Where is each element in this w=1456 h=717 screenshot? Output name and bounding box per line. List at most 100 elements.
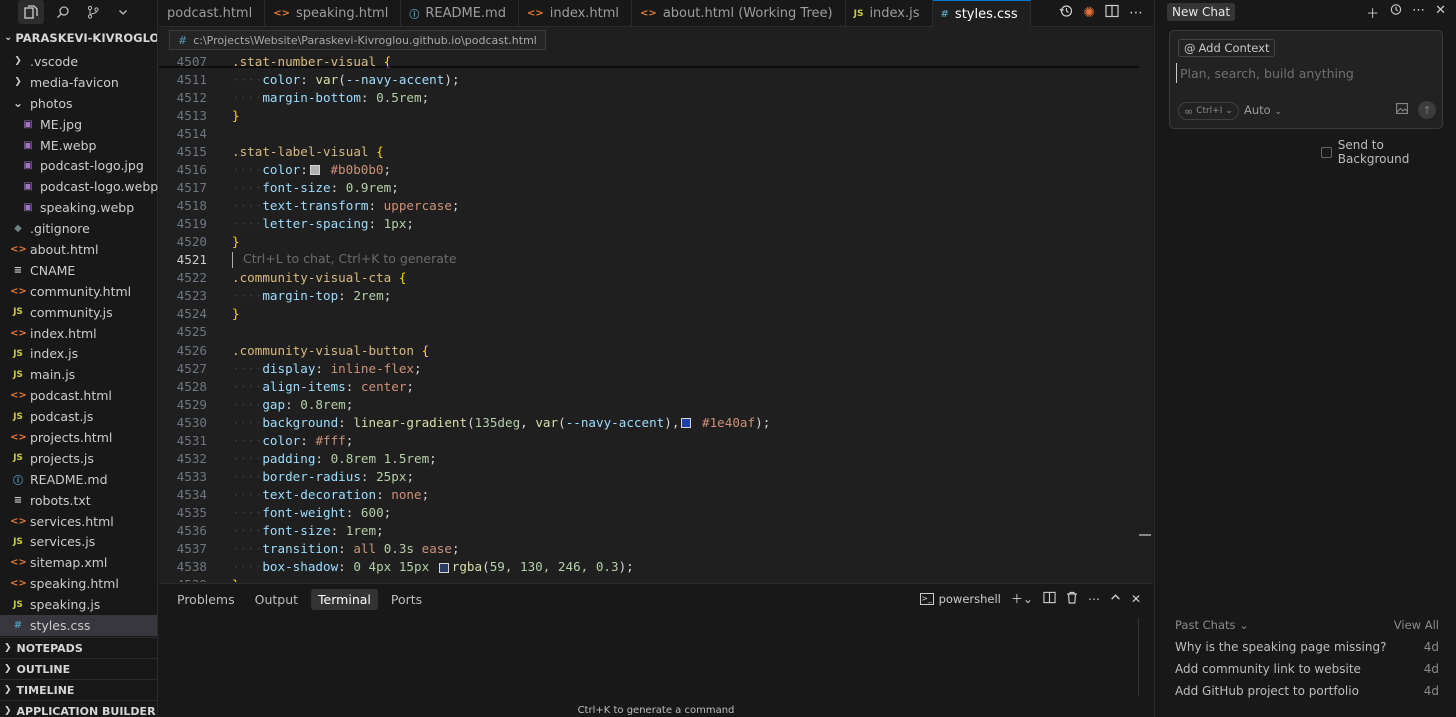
tree-item[interactable]: ≡ CNAME: [0, 260, 157, 281]
editor-tab[interactable]: # styles.css: [932, 0, 1031, 27]
section-timeline[interactable]: ❯ TIMELINE: [0, 679, 158, 700]
tree-item[interactable]: <> speaking.html: [0, 573, 157, 594]
line-number: 4533: [176, 468, 207, 484]
split-terminal-icon[interactable]: [1043, 591, 1056, 607]
tree-item[interactable]: ◆ .gitignore: [0, 218, 157, 239]
section-notepads[interactable]: ❯ NOTEPADS: [0, 637, 158, 658]
tree-item[interactable]: <> services.html: [0, 511, 157, 532]
tree-item[interactable]: <> projects.html: [0, 427, 157, 448]
code-token: :: [345, 378, 361, 394]
code-text: ····font-weight: 600;: [207, 505, 391, 520]
terminal-selector[interactable]: >_ powershell: [919, 592, 1001, 606]
past-chats-toggle[interactable]: Past Chats ⌄: [1175, 618, 1249, 632]
tree-item[interactable]: JS projects.js: [0, 448, 157, 469]
tree-item[interactable]: ≡ robots.txt: [0, 490, 157, 511]
breadcrumb[interactable]: # c:\Projects\Website\Paraskevi-Kivroglo…: [169, 30, 546, 50]
panel-tab[interactable]: Problems: [170, 589, 242, 610]
editor-tab[interactable]: <> speaking.html: [265, 0, 402, 27]
more-icon[interactable]: ⋯: [1129, 5, 1143, 21]
image-icon[interactable]: [1396, 103, 1408, 117]
editor-tab[interactable]: JS index.js: [846, 0, 933, 27]
code-text: ····letter-spacing: 1px;: [207, 216, 414, 231]
panel-tab[interactable]: Output: [248, 589, 305, 610]
tree-item[interactable]: ❯ media-favicon: [0, 72, 157, 93]
scrollbar-marker[interactable]: [1139, 534, 1151, 536]
scroll-shadow: [159, 66, 1139, 68]
send-button[interactable]: ↑: [1418, 101, 1436, 119]
panel-tab[interactable]: Terminal: [311, 588, 378, 610]
close-icon[interactable]: ✕: [1435, 3, 1446, 22]
tree-item[interactable]: JS podcast.js: [0, 406, 157, 427]
code-token: }: [232, 234, 240, 250]
tree-item[interactable]: ⌄ photos: [0, 93, 157, 114]
code-token: ····: [232, 179, 263, 195]
code-line: 4530 ····background: linear-gradient(135d…: [159, 413, 1139, 431]
model-selector[interactable]: Auto ⌄: [1244, 103, 1282, 117]
more-icon[interactable]: ⋯: [1412, 3, 1425, 22]
chevron-down-icon[interactable]: [108, 0, 138, 24]
history-icon[interactable]: [1059, 4, 1073, 22]
tree-item[interactable]: <> community.html: [0, 281, 157, 302]
files-icon[interactable]: [18, 0, 44, 24]
split-editor-icon[interactable]: [1105, 4, 1119, 22]
source-control-icon[interactable]: [78, 0, 108, 24]
editor-tabs: podcast.html <> speaking.html ⓘ README.md <> i…: [159, 0, 1031, 27]
code-token: ····: [232, 414, 263, 430]
tree-item[interactable]: <> sitemap.xml: [0, 552, 157, 573]
code-token: text-decoration: [262, 487, 377, 503]
spark-icon[interactable]: ✺: [1083, 5, 1095, 21]
chevron-up-icon[interactable]: [1110, 592, 1121, 606]
agent-mode-toggle[interactable]: ∞ Ctrl+I ⌄: [1178, 102, 1239, 120]
more-icon[interactable]: ⋯: [1088, 592, 1100, 606]
tree-item[interactable]: <> index.html: [0, 323, 157, 344]
tree-item[interactable]: <> about.html: [0, 239, 157, 260]
code-text: ····text-decoration: none;: [207, 487, 429, 502]
tree-item[interactable]: ⓘ README.md: [0, 469, 157, 490]
code-token: ····: [232, 432, 263, 448]
new-chat-tab[interactable]: New Chat: [1167, 3, 1236, 21]
code-text: ····gap: 0.8rem;: [207, 397, 353, 412]
tree-item[interactable]: <> podcast.html: [0, 385, 157, 406]
tree-item[interactable]: ▣ ME.webp: [0, 135, 157, 156]
code-token: var: [315, 71, 339, 87]
explorer-root-folder[interactable]: ⌄ PARASKEVI-KIVROGLOU.G...: [0, 24, 157, 51]
panel-tab[interactable]: Ports: [384, 589, 429, 610]
send-to-background-checkbox[interactable]: [1321, 146, 1332, 158]
tree-item[interactable]: JS speaking.js: [0, 594, 157, 615]
editor-tab[interactable]: podcast.html: [159, 0, 266, 27]
past-chat-item[interactable]: Add GitHub project to portfolio 4d: [1175, 684, 1439, 698]
past-chat-item[interactable]: Why is the speaking page missing? 4d: [1175, 640, 1439, 654]
tree-item[interactable]: JS community.js: [0, 302, 157, 323]
history-icon[interactable]: [1389, 3, 1402, 22]
add-context-button[interactable]: @ Add Context: [1178, 39, 1276, 57]
tree-item[interactable]: JS index.js: [0, 343, 157, 364]
view-all-link[interactable]: View All: [1394, 618, 1439, 632]
editor-tab[interactable]: <> index.html: [519, 0, 633, 27]
close-icon[interactable]: ✕: [1131, 592, 1141, 606]
trash-icon[interactable]: [1066, 591, 1078, 607]
code-editor[interactable]: 4507 .stat-number-visual {4511 ····color: …: [159, 52, 1139, 582]
chat-input[interactable]: [1176, 63, 1434, 83]
tree-item[interactable]: ▣ ME.jpg: [0, 114, 157, 135]
tree-item[interactable]: # styles.css: [0, 615, 157, 636]
tree-item[interactable]: ▣ podcast-logo.jpg: [0, 155, 157, 176]
send-to-background-row[interactable]: Send to Background: [1321, 138, 1456, 166]
code-token: ,: [520, 414, 536, 430]
tree-item[interactable]: ▣ speaking.webp: [0, 197, 157, 218]
editor-tab[interactable]: <> about.html (Working Tree): [632, 0, 846, 27]
tree-item[interactable]: JS main.js: [0, 364, 157, 385]
section-outline[interactable]: ❯ OUTLINE: [0, 658, 158, 679]
section-application-builder[interactable]: ❯ APPLICATION BUILDER: [0, 700, 158, 717]
code-token: (: [467, 414, 475, 430]
search-icon[interactable]: [48, 0, 78, 24]
tree-item[interactable]: ❯ .vscode: [0, 51, 157, 72]
past-chat-item[interactable]: Add community link to website 4d: [1175, 662, 1439, 676]
terminal-scrollbar[interactable]: [1138, 618, 1139, 696]
tree-item[interactable]: JS services.js: [0, 531, 157, 552]
plus-icon[interactable]: ＋⌄: [1011, 590, 1033, 607]
line-number: 4532: [176, 450, 207, 466]
plus-icon[interactable]: ＋: [1366, 3, 1379, 22]
editor-tab[interactable]: ⓘ README.md: [401, 0, 519, 27]
past-chat-age: 4d: [1423, 662, 1439, 676]
tree-item[interactable]: ▣ podcast-logo.webp: [0, 176, 158, 197]
